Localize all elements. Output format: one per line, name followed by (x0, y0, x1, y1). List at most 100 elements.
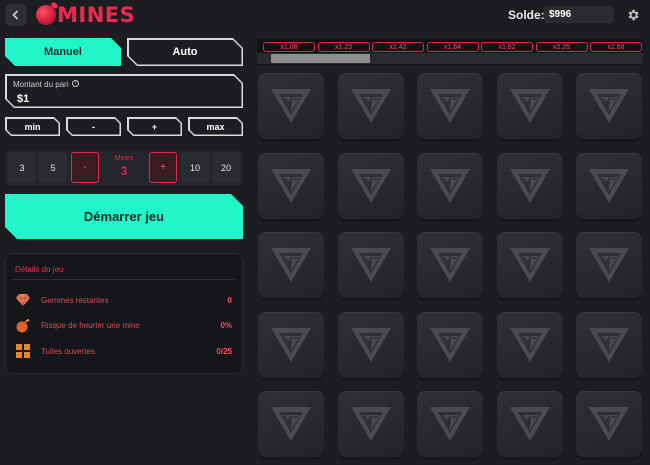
multiplier-scrollbar[interactable] (271, 54, 370, 63)
multiplier-chip: x1.92 (481, 42, 533, 52)
triangle-logo-icon (271, 327, 311, 362)
triangle-logo-icon (271, 407, 311, 441)
mines-option-20[interactable]: 20 (212, 152, 240, 183)
back-button[interactable] (5, 4, 27, 26)
logo-text: MINES (57, 3, 136, 27)
multiplier-chip: x2.68 (590, 42, 642, 52)
bet-increase-button[interactable]: + (127, 117, 182, 136)
detail-value-risk: 0% (220, 321, 232, 330)
settings-button[interactable] (623, 5, 643, 25)
triangle-logo-icon (589, 168, 629, 203)
top-bar: MINES Solde: $996 (0, 0, 650, 30)
mines-count: 3 (120, 164, 128, 178)
bet-amount-value[interactable]: $1 (17, 93, 29, 105)
mine-tile[interactable] (576, 232, 642, 298)
multiplier-chip: x1.42 (372, 42, 424, 52)
start-game-label: Démarrer jeu (83, 209, 165, 224)
mine-tile[interactable] (417, 152, 483, 219)
balance-value: $996 (544, 6, 614, 23)
mine-tile[interactable] (258, 391, 324, 457)
mines-label: Mines (114, 155, 134, 162)
triangle-logo-icon (271, 168, 311, 203)
bet-max-button[interactable]: max (188, 117, 243, 136)
bomb-icon (16, 319, 30, 333)
mines-option-10[interactable]: 10 (181, 152, 209, 183)
detail-value-gems: 0 (227, 296, 232, 305)
bet-min-button[interactable]: min (5, 117, 60, 136)
triangle-logo-icon (509, 248, 550, 282)
multiplier-chip: x1.23 (317, 42, 370, 52)
mine-tile[interactable] (337, 73, 404, 139)
multiplier-chip: x1.64 (426, 42, 479, 52)
mines-increase-button[interactable]: + (149, 152, 177, 183)
mines-option-3[interactable]: 3 (8, 152, 36, 183)
mine-tile[interactable] (576, 152, 642, 219)
triangle-logo-icon (589, 89, 629, 123)
mine-ball-icon (36, 5, 56, 25)
triangle-logo-icon (509, 168, 550, 203)
triangle-logo-icon (430, 327, 470, 362)
mine-tile[interactable] (576, 311, 642, 378)
mine-tile[interactable] (258, 152, 324, 219)
mine-tile[interactable] (337, 232, 404, 298)
triangle-logo-icon (589, 327, 629, 362)
gem-icon (16, 293, 30, 307)
multiplier-chip: x1.08 (263, 42, 315, 52)
triangle-logo-icon (430, 89, 470, 123)
bet-decrease-button[interactable]: - (66, 117, 121, 136)
detail-value-tiles: 0/25 (216, 347, 232, 356)
details-title: Détails du jeu (15, 265, 64, 274)
triangle-logo-icon (350, 89, 391, 123)
triangle-logo-icon (350, 327, 391, 362)
triangle-logo-icon (509, 327, 550, 362)
mode-auto-label: Auto (172, 46, 198, 58)
detail-label-gems: Gemmes restantes (41, 296, 109, 305)
mode-manual-label: Manuel (44, 46, 82, 58)
triangle-logo-icon (509, 407, 550, 441)
triangle-logo-icon (430, 168, 470, 203)
mine-tile[interactable] (258, 232, 324, 298)
mine-tile[interactable] (576, 391, 642, 457)
mode-manual-button[interactable]: Manuel (5, 38, 121, 66)
mine-tile[interactable] (417, 391, 483, 457)
triangle-logo-icon (589, 248, 629, 282)
mine-tile[interactable] (337, 391, 404, 457)
mines-option-5[interactable]: 5 (39, 152, 67, 183)
mine-tile[interactable] (417, 73, 483, 139)
mine-tile[interactable] (496, 152, 563, 219)
mine-tile[interactable] (496, 391, 563, 457)
detail-label-risk: Risque de heurter une mine (41, 321, 140, 330)
mine-tile[interactable] (496, 73, 563, 139)
detail-label-tiles: Tuiles ouvertes (41, 347, 95, 356)
info-icon: i (71, 80, 79, 87)
triangle-logo-icon (509, 89, 550, 123)
mine-tile[interactable] (576, 73, 642, 139)
triangle-logo-icon (350, 168, 391, 203)
mine-tile[interactable] (417, 311, 483, 378)
mine-tile[interactable] (496, 232, 563, 298)
divider (11, 279, 236, 280)
game-logo: MINES (36, 3, 135, 27)
mine-tile[interactable] (337, 311, 404, 378)
triangle-logo-icon (350, 248, 391, 282)
mines-decrease-button[interactable]: - (71, 152, 99, 183)
mode-auto-button[interactable]: Auto (127, 38, 243, 66)
triangle-logo-icon (589, 407, 629, 441)
mine-tile[interactable] (337, 152, 404, 219)
triangle-logo-icon (271, 89, 311, 123)
chevron-left-icon (12, 10, 19, 20)
triangle-logo-icon (271, 248, 311, 282)
mine-tile[interactable] (258, 73, 324, 139)
triangle-logo-icon (430, 248, 470, 282)
mine-tile[interactable] (417, 232, 483, 298)
bet-amount-label: Montant du pari i (13, 80, 79, 89)
gear-icon (628, 9, 639, 21)
multiplier-chip: x2.25 (535, 42, 588, 52)
tiles-icon (16, 344, 30, 358)
balance-label: Solde: (508, 8, 545, 22)
triangle-logo-icon (350, 407, 391, 441)
triangle-logo-icon (430, 407, 470, 441)
mine-tile[interactable] (496, 311, 563, 378)
start-game-button[interactable]: Démarrer jeu (5, 194, 243, 239)
mine-tile[interactable] (258, 311, 324, 378)
